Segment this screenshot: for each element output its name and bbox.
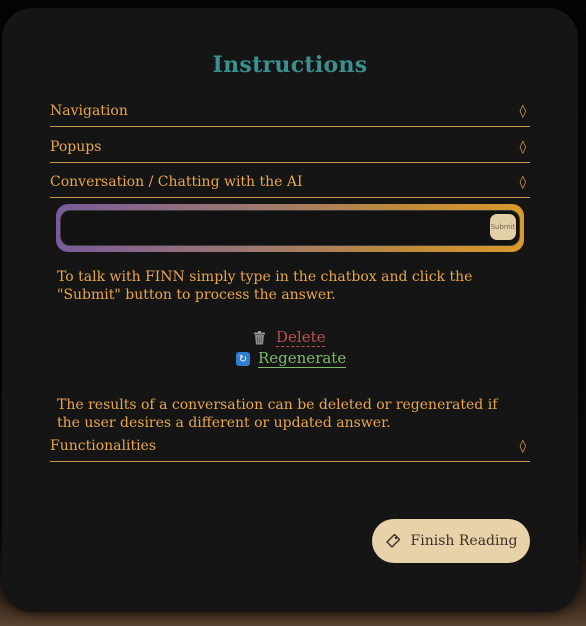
- accordion-label: Navigation: [50, 103, 128, 119]
- chat-input[interactable]: Submit: [60, 210, 520, 246]
- accordion-conversation[interactable]: Conversation / Chatting with the AI ◊: [50, 167, 530, 198]
- submit-button[interactable]: Submit: [490, 214, 516, 240]
- accordion-functionalities[interactable]: Functionalities ◊: [50, 431, 530, 462]
- finish-reading-button[interactable]: Finish Reading: [372, 519, 530, 563]
- delete-link[interactable]: Delete: [276, 329, 326, 347]
- refresh-icon: ↻: [236, 352, 250, 366]
- regenerate-link[interactable]: Regenerate: [258, 350, 347, 368]
- updown-icon: ◊: [519, 438, 526, 454]
- accordion-label: Popups: [50, 139, 102, 155]
- results-help-text: The results of a conversation can be del…: [57, 397, 498, 431]
- chat-help-text: To talk with FINN simply type in the cha…: [57, 269, 473, 303]
- submit-label: Submit: [490, 223, 516, 231]
- updown-icon: ◊: [519, 174, 526, 190]
- regenerate-action[interactable]: ↻ Regenerate: [236, 350, 347, 368]
- chatbox-frame: Submit: [56, 204, 524, 252]
- tag-icon: [385, 533, 400, 548]
- accordion-label: Functionalities: [50, 438, 157, 454]
- page-title: Instructions: [212, 52, 368, 78]
- updown-icon: ◊: [519, 139, 526, 155]
- finish-reading-label: Finish Reading: [410, 533, 518, 549]
- accordion-navigation[interactable]: Navigation ◊: [50, 96, 530, 127]
- accordion-label: Conversation / Chatting with the AI: [50, 174, 303, 190]
- delete-action[interactable]: Delete: [253, 329, 326, 347]
- updown-icon: ◊: [519, 103, 526, 119]
- accordion-popups[interactable]: Popups ◊: [50, 132, 530, 163]
- trash-icon: [254, 331, 265, 345]
